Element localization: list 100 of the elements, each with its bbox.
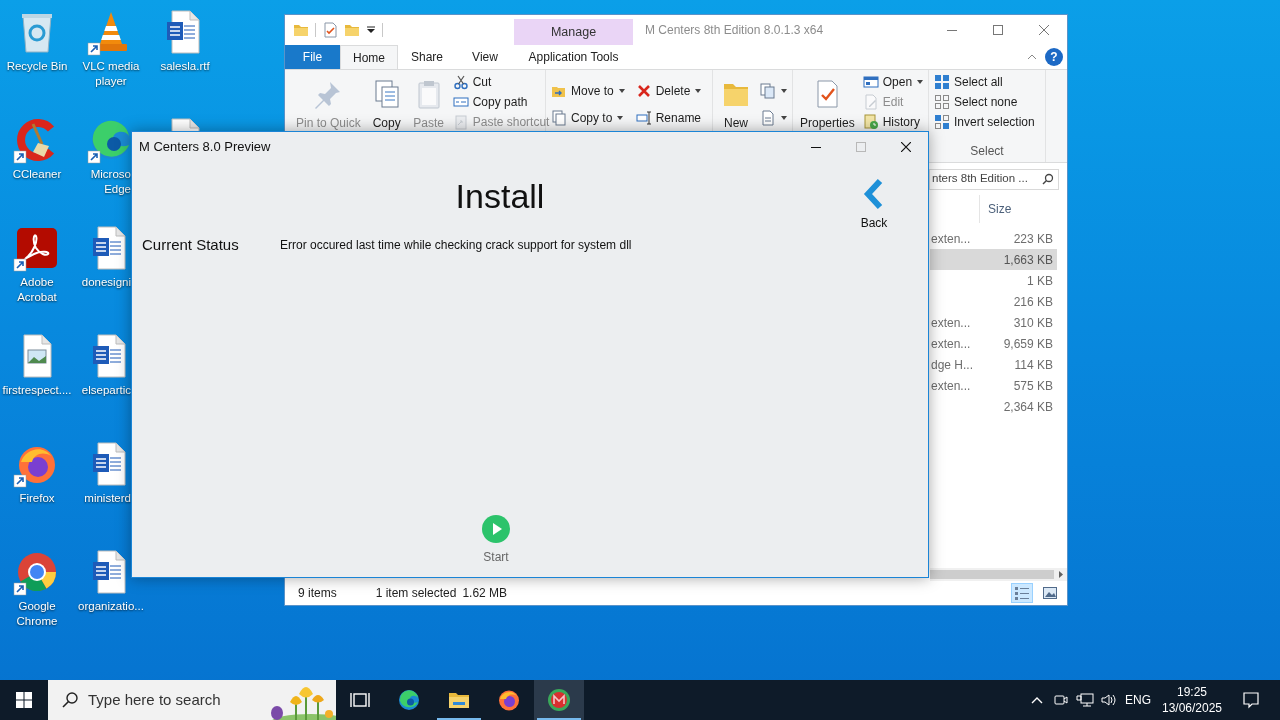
ribbon-button[interactable]: Cut: [450, 72, 552, 92]
ribbon-button[interactable]: Rename: [633, 108, 705, 128]
table-cell-text: 9,659 KB: [1002, 335, 1053, 353]
ribbon-button[interactable]: Properties: [796, 72, 859, 130]
ribbon-button[interactable]: New: [716, 72, 756, 130]
network-icon: [1076, 692, 1094, 708]
properties-icon[interactable]: [322, 22, 338, 38]
ribbon-group-label: Select: [969, 143, 1005, 160]
file-row[interactable]: exten... 9,659 KB: [930, 333, 1057, 354]
file-row[interactable]: 2,364 KB: [930, 396, 1057, 417]
table-cell-text: exten...: [930, 335, 972, 353]
clock[interactable]: 19:25 13/06/2025: [1155, 680, 1229, 720]
search-icon: [1042, 173, 1054, 185]
maximize-icon: [855, 142, 866, 152]
file-row[interactable]: dge H... 114 KB: [930, 354, 1057, 375]
desktop-icon-label[interactable]: CCleaner: [0, 167, 74, 182]
details-view-icon: [1014, 585, 1030, 601]
status-text: 1 item selected: [375, 585, 457, 602]
taskbar-button[interactable]: [534, 680, 584, 720]
desktop-icon-label[interactable]: organizatio...: [74, 599, 148, 614]
new-item-icon: [760, 83, 776, 99]
desktop-icon-label[interactable]: Recycle Bin: [0, 59, 74, 74]
desktop-icon-label[interactable]: ministerd: [74, 491, 131, 506]
app-logo-icon: [547, 688, 571, 712]
table-cell-text: 1,663 KB: [1002, 251, 1053, 269]
ribbon-button[interactable]: Move to: [549, 81, 628, 101]
ribbon-button[interactable]: Delete: [633, 81, 705, 101]
ribbon-button[interactable]: Copy path: [450, 92, 552, 112]
ribbon-button[interactable]: Copy to: [549, 108, 628, 128]
desktop-icon-label[interactable]: Firefox: [0, 491, 74, 506]
open-icon: [862, 74, 879, 90]
file-row[interactable]: exten... 223 KB: [930, 228, 1057, 249]
table-cell-text: 223 KB: [1012, 230, 1053, 248]
windows-logo-icon: [16, 692, 32, 708]
language-indicator[interactable]: ENG: [1121, 680, 1155, 720]
desktop-icon-label[interactable]: donesigni: [74, 275, 131, 290]
table-cell-text: 575 KB: [1012, 377, 1053, 395]
caret-icon: [780, 87, 788, 95]
help-button[interactable]: ?: [1045, 48, 1063, 66]
status-text: 1.62 MB: [462, 585, 508, 602]
ribbon-tab[interactable]: Share: [398, 45, 456, 69]
ribbon-button[interactable]: History: [860, 112, 927, 132]
close-icon: [1039, 25, 1049, 35]
file-row[interactable]: exten... 575 KB: [930, 375, 1057, 396]
paste-shortcut-icon: [452, 114, 469, 130]
table-cell-text: dge H...: [930, 356, 975, 374]
table-cell-text: 216 KB: [1012, 293, 1053, 311]
maximize-icon: [993, 25, 1003, 35]
horizontal-scrollbar[interactable]: [930, 568, 1067, 581]
ribbon-tab[interactable]: File: [285, 45, 340, 69]
file-row[interactable]: 216 KB: [930, 291, 1057, 312]
swirl-icon: [397, 688, 421, 712]
desktop-icon-label[interactable]: Microso Edge: [74, 167, 131, 197]
file-row[interactable]: 1,663 KB: [930, 249, 1057, 270]
desktop-icon-label[interactable]: elsepartic: [74, 383, 131, 398]
column-header[interactable]: Size: [979, 195, 1059, 223]
desktop-icon-label[interactable]: salesla.rtf: [148, 59, 222, 74]
browser-icon: [497, 688, 521, 712]
ribbon-tab[interactable]: Application Tools: [514, 45, 633, 69]
caret-icon[interactable]: [366, 25, 376, 35]
running-indicator: [537, 718, 581, 720]
status-label: Current Status: [141, 234, 240, 255]
ribbon-button[interactable]: Select all: [932, 72, 1037, 92]
window-title: M Centers 8.0 Preview: [138, 138, 272, 157]
table-cell-text: exten...: [930, 230, 972, 248]
search-box[interactable]: Type here to search: [48, 680, 336, 720]
ribbon-button[interactable]: [758, 81, 790, 101]
copy-path-icon: [452, 94, 469, 110]
desktop-icon-label[interactable]: Google Chrome: [0, 599, 74, 629]
file-row[interactable]: 1 KB: [930, 270, 1057, 291]
ribbon-button[interactable]: Open: [860, 72, 927, 92]
desktop-icon-label[interactable]: Adobe Acrobat: [0, 275, 74, 305]
close-icon: [900, 142, 911, 152]
ribbon-tab[interactable]: View: [456, 45, 514, 69]
back-button[interactable]: Back: [858, 178, 890, 232]
search-field[interactable]: nters 8th Edition ...: [929, 168, 1059, 190]
status-message: Error occured last time while checking crack support for system dll: [280, 237, 632, 254]
easy-access-icon: [760, 110, 776, 126]
search-field[interactable]: Type here to search: [88, 688, 248, 712]
scissors-icon: [452, 74, 469, 90]
table-cell-text: 1 KB: [1026, 272, 1053, 290]
file-row[interactable]: exten... 310 KB: [930, 312, 1057, 333]
caret-icon: [916, 78, 925, 86]
camera-icon: [1053, 692, 1069, 708]
start-button[interactable]: Start: [478, 515, 514, 577]
table-cell-text: 114 KB: [1013, 356, 1053, 374]
edit-icon: [862, 94, 879, 110]
ribbon-tab[interactable]: Home: [340, 45, 398, 69]
invert-selection-icon: [934, 114, 950, 130]
table-cell-text: 310 KB: [1012, 314, 1053, 332]
window-title: M Centers 8th Edition 8.0.1.3 x64: [644, 22, 825, 39]
caret-icon: [694, 87, 703, 95]
desktop-icon-label[interactable]: firstrespect....: [0, 383, 74, 398]
caret-icon: [617, 87, 626, 95]
ribbon-button[interactable]: Invert selection: [932, 112, 1037, 132]
ribbon-button[interactable]: Copy: [366, 72, 407, 130]
view-button[interactable]: [1011, 583, 1033, 603]
caret-icon: [616, 114, 625, 122]
ribbon-button[interactable]: Select none: [932, 92, 1037, 112]
desktop-icon-label[interactable]: VLC media player: [74, 59, 148, 89]
